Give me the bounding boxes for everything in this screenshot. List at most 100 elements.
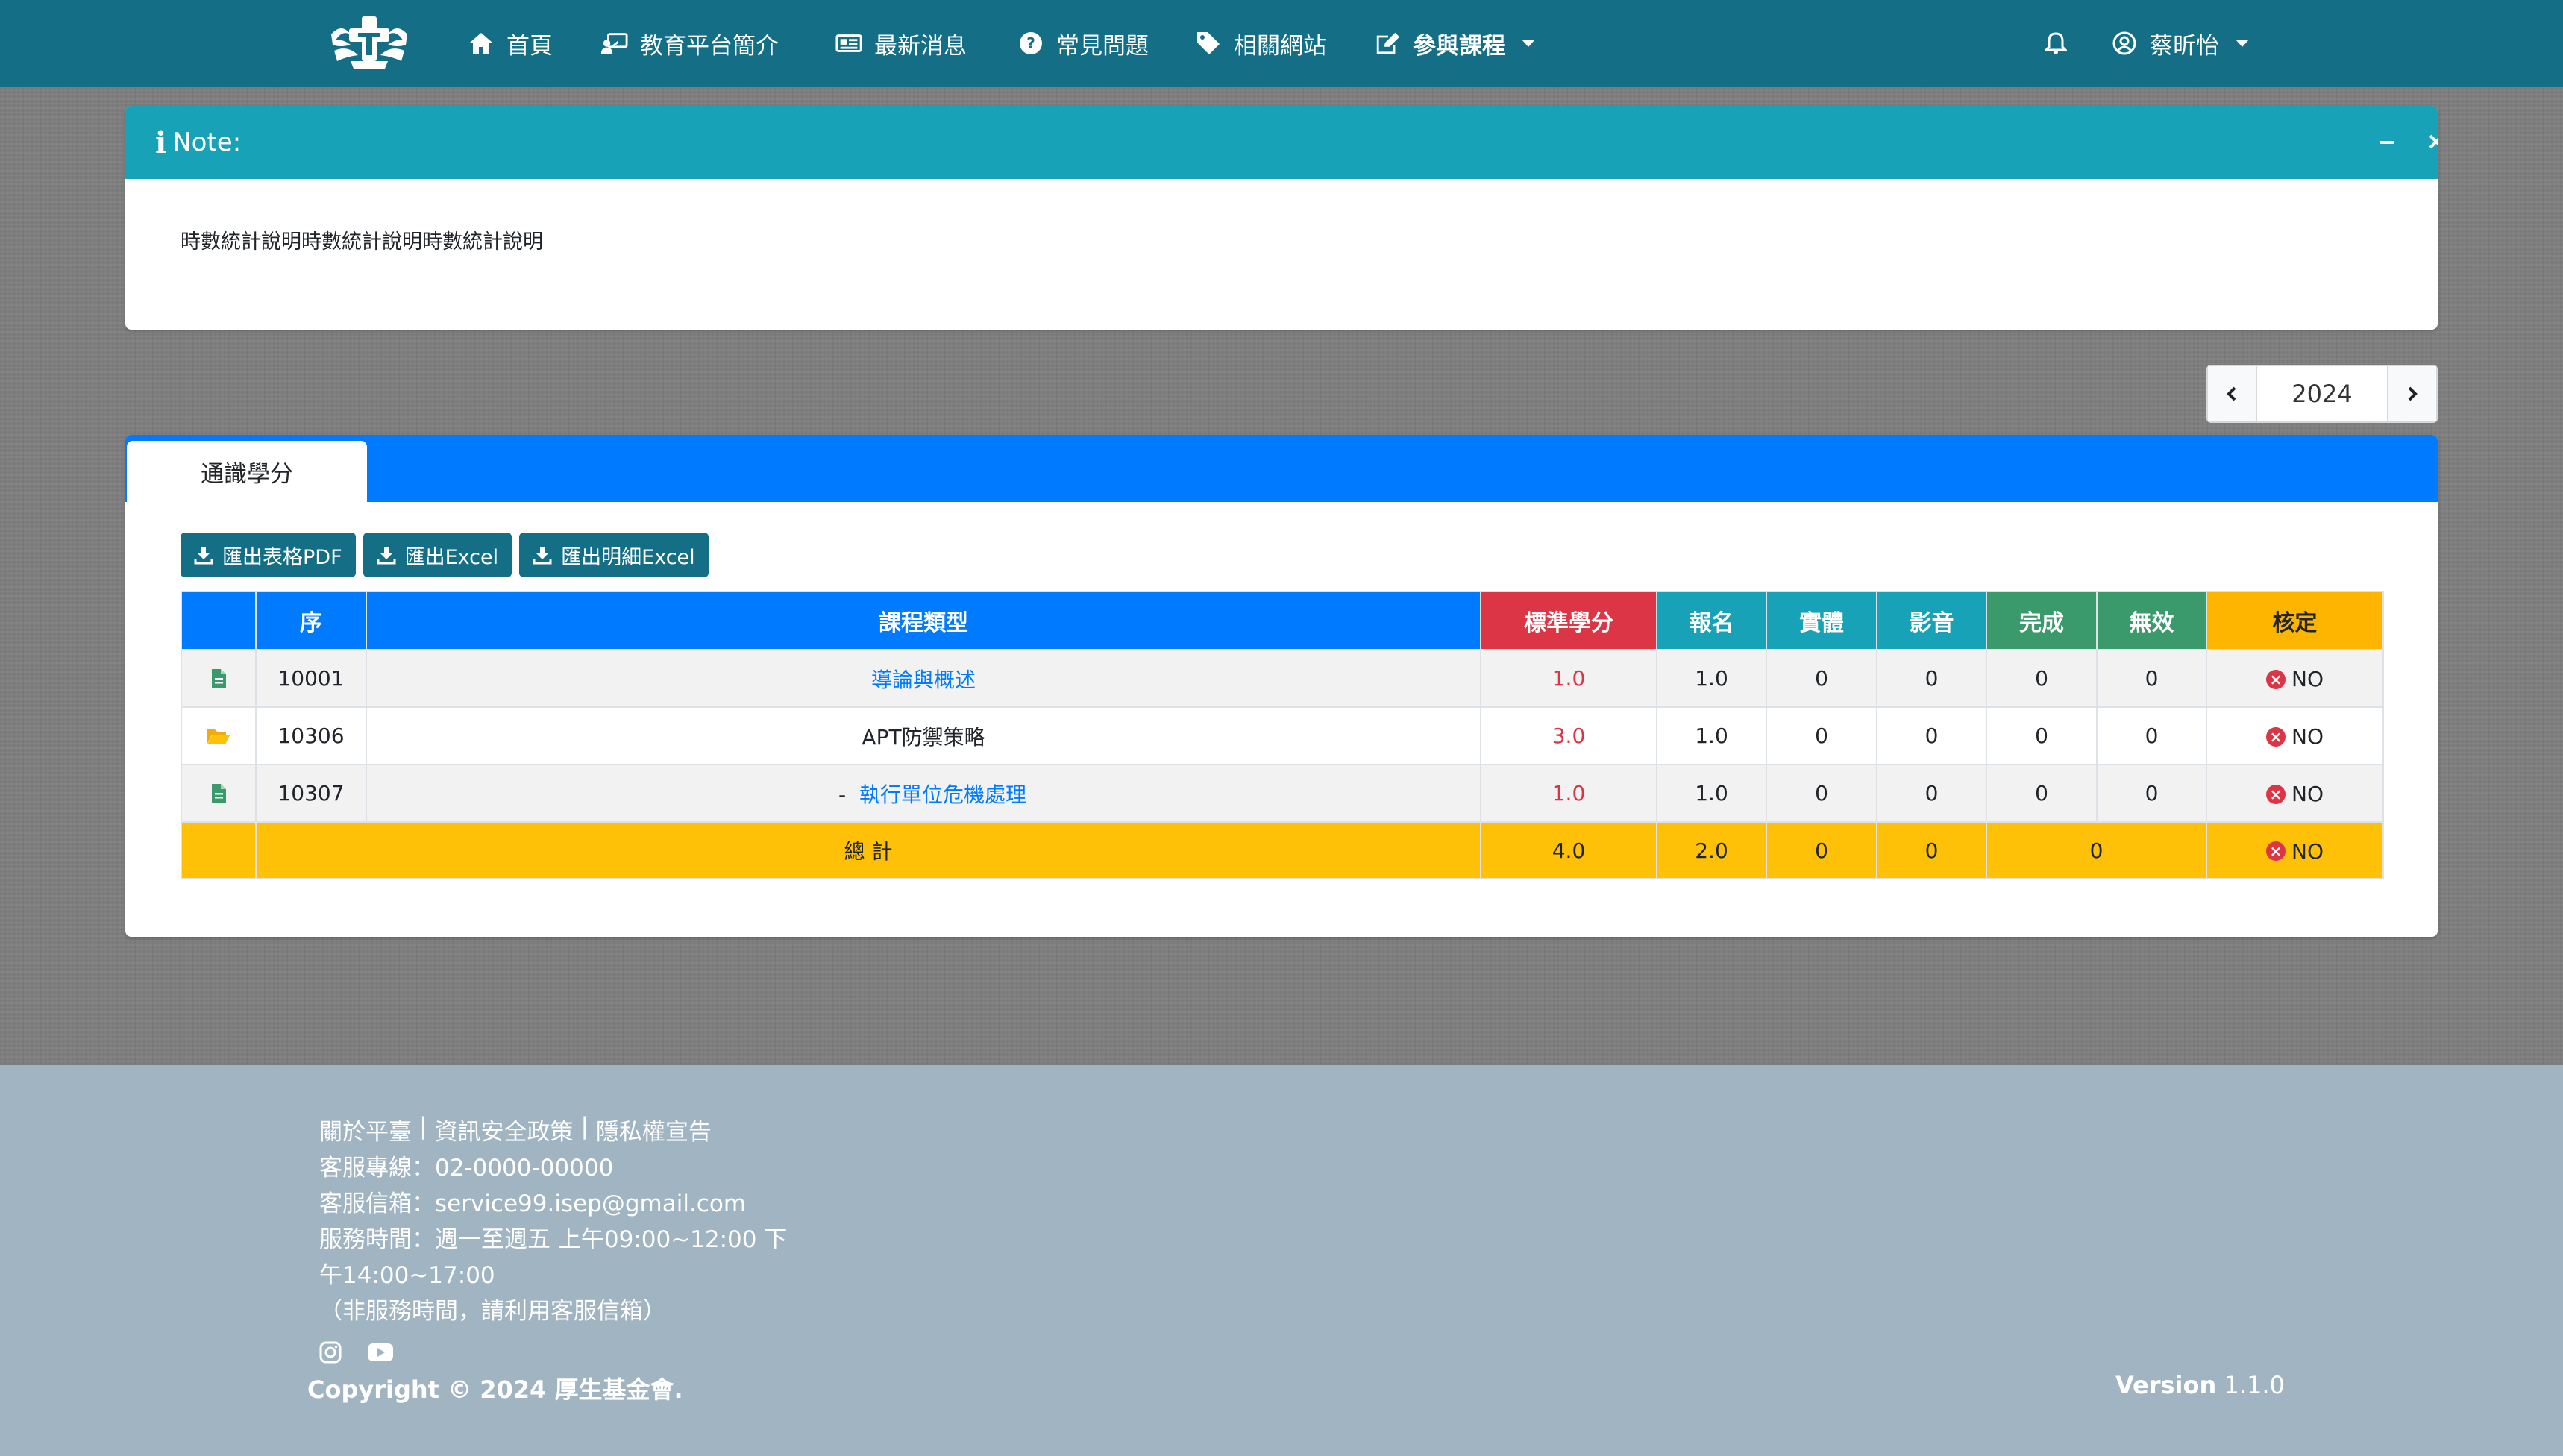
footer-hours-continued: 午14:00~17:00 <box>319 1262 495 1289</box>
next-year-button[interactable] <box>2387 366 2436 421</box>
youtube-icon[interactable] <box>367 1343 394 1362</box>
approved-status: NO <box>2291 724 2324 750</box>
minus-icon <box>2380 141 2394 144</box>
credits-card: 通識學分 匯出表格PDF 匯出Excel 匯出明細Excel 序 課程類型 標準… <box>125 435 2438 937</box>
row-seq: 10307 <box>255 764 367 823</box>
file-icon <box>181 649 257 708</box>
header-invalid: 無效 <box>2096 591 2207 650</box>
row-physical: 0 <box>1766 649 1877 708</box>
times-circle-icon: × <box>2266 784 2286 804</box>
footer-email: 客服信箱：service99.isep@gmail.com <box>319 1190 747 1217</box>
table-row: 10307 - 執行單位危機處理 1.0 1.0 0 0 0 0 × NO <box>181 764 2384 823</box>
total-approved: × NO <box>2206 821 2384 879</box>
total-row: 總 計 4.0 2.0 0 0 0 × NO <box>181 821 2384 879</box>
row-seq: 10306 <box>255 706 367 765</box>
chevron-down-icon <box>2236 40 2249 47</box>
nav-links[interactable]: 相關網站 <box>1195 0 1326 87</box>
nav-faq[interactable]: ? 常見問題 <box>1017 0 1149 87</box>
notifications-button[interactable] <box>2042 0 2069 87</box>
instagram-icon[interactable] <box>319 1341 342 1364</box>
row-video: 0 <box>1876 649 1987 708</box>
newspaper-icon <box>835 30 862 57</box>
question-circle-icon: ? <box>1017 30 1044 57</box>
row-signup: 1.0 <box>1656 764 1767 823</box>
nav-home[interactable]: 首頁 <box>468 0 553 87</box>
site-logo[interactable] <box>328 12 410 72</box>
header-course-type: 課程類型 <box>366 591 1481 650</box>
footer-link-security-policy[interactable]: 資訊安全政策 <box>434 1113 573 1146</box>
row-done: 0 <box>1986 649 2098 708</box>
svg-text:?: ? <box>1026 34 1035 52</box>
site-footer: 關於平臺 | 資訊安全政策 | 隱私權宣告 客服專線：02-0000-00000… <box>0 1065 2563 1456</box>
prev-year-button[interactable] <box>2208 366 2257 421</box>
note-header: i Note: <box>125 106 2438 179</box>
row-std-credit: 3.0 <box>1480 706 1657 765</box>
total-video: 0 <box>1876 821 1987 879</box>
row-physical: 0 <box>1766 764 1877 823</box>
row-approved: × NO <box>2206 764 2384 823</box>
header-completed: 完成 <box>1986 591 2098 650</box>
footer-link-about[interactable]: 關於平臺 <box>319 1113 412 1146</box>
nav-about[interactable]: 教育平台簡介 <box>601 0 779 87</box>
footer-hours-note: （非服務時間，請利用客服信箱） <box>319 1298 666 1325</box>
times-circle-icon: × <box>2266 727 2286 747</box>
header-standard-credit: 標準學分 <box>1480 591 1657 650</box>
row-invalid: 0 <box>2096 649 2207 708</box>
note-title: Note: <box>172 128 242 157</box>
export-detail-excel-label: 匯出明細Excel <box>561 545 695 569</box>
row-course-name: APT防禦策略 <box>366 706 1481 765</box>
file-icon <box>181 764 257 823</box>
bell-icon <box>2042 30 2069 57</box>
tab-general-credits[interactable]: 通識學分 <box>127 441 367 502</box>
header-approved: 核定 <box>2206 591 2384 650</box>
export-pdf-button[interactable]: 匯出表格PDF <box>181 533 356 577</box>
chevron-right-icon <box>2408 386 2418 401</box>
course-link[interactable]: 執行單位危機處理 <box>859 782 1026 807</box>
nav-home-label: 首頁 <box>506 32 553 60</box>
tag-icon <box>1195 30 1222 57</box>
total-physical: 0 <box>1766 821 1877 879</box>
top-navbar: 首頁 教育平台簡介 最新消息 ? 常見問題 相關網站 參與課程 蔡昕怡 <box>0 0 2563 87</box>
total-signup: 2.0 <box>1656 821 1767 879</box>
footer-hours: 服務時間：週一至週五 上午09:00~12:00 下 <box>319 1226 788 1253</box>
header-seq: 序 <box>255 591 367 650</box>
total-label: 總 計 <box>255 821 1481 879</box>
tab-bar: 通識學分 <box>125 435 2438 502</box>
times-circle-icon: × <box>2266 669 2286 689</box>
table-header-row: 序 課程類型 標準學分 報名 實體 影音 完成 無效 核定 <box>181 591 2384 650</box>
export-pdf-label: 匯出表格PDF <box>222 545 342 569</box>
row-invalid: 0 <box>2096 764 2207 823</box>
row-invalid: 0 <box>2096 706 2207 765</box>
nav-courses-dropdown[interactable]: 參與課程 <box>1374 0 1535 87</box>
nav-news[interactable]: 最新消息 <box>835 0 967 87</box>
social-links <box>319 1341 394 1364</box>
total-done-invalid: 0 <box>1986 821 2207 879</box>
approved-status: NO <box>2291 782 2324 807</box>
credits-table: 序 課程類型 標準學分 報名 實體 影音 完成 無效 核定 10001 導論與概… <box>181 591 2384 879</box>
approved-status: NO <box>2291 667 2324 692</box>
course-link[interactable]: 導論與概述 <box>871 668 976 692</box>
version-info: Version 1.1.0 <box>2115 1371 2285 1399</box>
note-card: i Note: 時數統計說明時數統計說明時數統計說明 <box>125 106 2438 330</box>
header-icon-col <box>181 591 257 650</box>
close-button[interactable] <box>2417 122 2438 161</box>
table-row: 10001 導論與概述 1.0 1.0 0 0 0 0 × NO <box>181 649 2384 708</box>
nav-courses-label: 參與課程 <box>1413 32 1505 60</box>
row-video: 0 <box>1876 764 1987 823</box>
row-course-name: - 執行單位危機處理 <box>366 764 1481 823</box>
footer-link-privacy[interactable]: 隱私權宣告 <box>596 1113 712 1146</box>
nav-faq-label: 常見問題 <box>1056 32 1149 60</box>
export-detail-excel-button[interactable]: 匯出明細Excel <box>519 533 709 577</box>
close-icon <box>2429 134 2438 149</box>
row-std-credit: 1.0 <box>1480 764 1657 823</box>
note-body: 時數統計說明時數統計說明時數統計說明 <box>181 230 543 254</box>
header-video: 影音 <box>1876 591 1987 650</box>
user-menu-dropdown[interactable]: 蔡昕怡 <box>2111 0 2249 87</box>
version-number: 1.1.0 <box>2224 1371 2285 1399</box>
export-excel-button[interactable]: 匯出Excel <box>363 533 512 577</box>
presentation-icon <box>601 30 628 57</box>
nav-news-label: 最新消息 <box>874 32 967 60</box>
footer-separator: | <box>419 1113 427 1140</box>
download-icon <box>377 547 396 565</box>
minimize-button[interactable] <box>2368 122 2406 161</box>
